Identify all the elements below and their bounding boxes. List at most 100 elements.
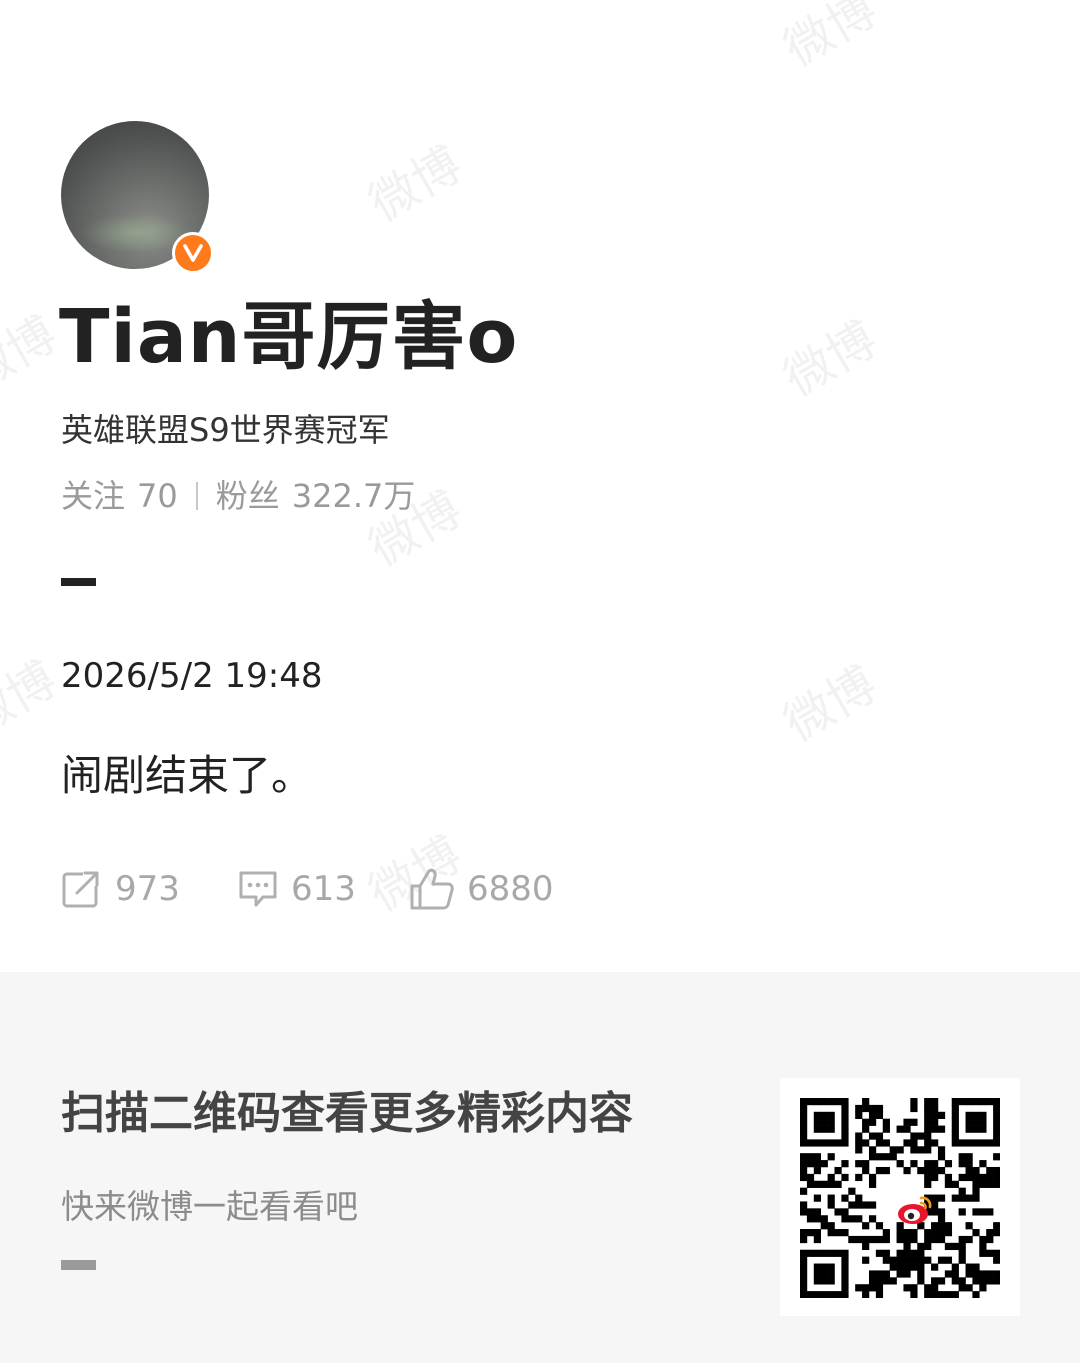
comment-button[interactable]: 613 — [237, 869, 409, 909]
qr-module — [931, 1125, 939, 1133]
qr-module — [806, 1139, 815, 1147]
qr-module — [896, 1125, 904, 1133]
qr-module — [951, 1139, 959, 1147]
qr-module — [993, 1111, 1000, 1119]
qr-module — [813, 1180, 821, 1188]
repost-button[interactable]: 973 — [61, 869, 237, 909]
qr-module — [896, 1256, 904, 1264]
qr-module — [875, 1284, 884, 1292]
username[interactable]: Tian哥厉害o — [59, 292, 518, 382]
qr-module — [813, 1098, 821, 1106]
qr-module — [813, 1249, 821, 1257]
qr-module — [841, 1194, 849, 1202]
qr-module — [855, 1104, 863, 1113]
qr-module — [813, 1139, 821, 1147]
followers-count[interactable]: 322.7万 — [292, 474, 416, 518]
qr-module — [855, 1111, 863, 1119]
qr-module — [841, 1263, 849, 1271]
qr-module — [800, 1098, 808, 1106]
following-count[interactable]: 70 — [137, 474, 178, 518]
qr-module — [862, 1098, 870, 1106]
qr-module — [800, 1160, 808, 1168]
qr-module — [958, 1139, 966, 1147]
qr-module — [979, 1173, 987, 1182]
qr-module — [986, 1166, 994, 1175]
qr-module — [841, 1118, 849, 1126]
qr-module — [972, 1208, 980, 1216]
qr-module — [931, 1173, 939, 1182]
qr-module — [827, 1180, 835, 1188]
qr-module — [944, 1270, 953, 1278]
qr-module — [882, 1125, 890, 1133]
qr-module — [937, 1215, 946, 1223]
qr-module — [827, 1263, 835, 1271]
qr-module — [965, 1153, 973, 1161]
weibo-share-card: 微博 微博 微博 微博 微博 微博 微博 微博 Tian哥厉害o 英雄联盟S9世… — [0, 0, 1080, 1363]
qr-module — [917, 1270, 925, 1278]
qr-module — [862, 1284, 870, 1292]
qr-code[interactable] — [780, 1078, 1020, 1316]
qr-module — [924, 1104, 932, 1113]
qr-module — [841, 1104, 849, 1113]
qr-module — [924, 1166, 932, 1175]
qr-module — [875, 1153, 884, 1161]
qr-module — [841, 1132, 849, 1140]
repost-count: 973 — [115, 869, 180, 909]
qr-module — [972, 1111, 980, 1119]
qr-module — [965, 1194, 973, 1202]
qr-module — [951, 1270, 959, 1278]
qr-module — [993, 1270, 1000, 1278]
like-button[interactable]: 6880 — [409, 867, 554, 911]
qr-module — [903, 1242, 911, 1251]
followers-label[interactable]: 粉丝 — [216, 474, 280, 518]
qr-module — [979, 1180, 987, 1188]
qr-module — [931, 1139, 939, 1147]
qr-module — [903, 1263, 911, 1271]
qr-module — [986, 1208, 994, 1216]
qr-module — [820, 1270, 828, 1278]
qr-module — [868, 1277, 877, 1285]
qr-module — [951, 1277, 959, 1285]
qr-module — [972, 1194, 980, 1202]
qr-module — [972, 1173, 980, 1182]
qr-module — [855, 1215, 863, 1223]
qr-module — [868, 1215, 877, 1223]
qr-module — [875, 1222, 884, 1230]
watermark: 微博 — [774, 656, 887, 753]
qr-module — [820, 1098, 828, 1106]
qr-module — [855, 1139, 863, 1147]
qr-module — [979, 1242, 987, 1251]
qr-module — [813, 1111, 821, 1119]
qr-module — [951, 1118, 959, 1126]
qr-module — [800, 1291, 808, 1298]
qr-module — [951, 1098, 959, 1106]
qr-module — [800, 1235, 808, 1244]
qr-module — [931, 1104, 939, 1113]
qr-module — [875, 1104, 884, 1113]
qr-module — [958, 1277, 966, 1285]
qr-module — [806, 1153, 815, 1161]
qr-module — [868, 1153, 877, 1161]
qr-promo-footer: 扫描二维码查看更多精彩内容 快来微博一起看看吧 — [0, 972, 1080, 1363]
qr-module — [937, 1208, 946, 1216]
qr-module — [910, 1132, 918, 1140]
qr-module — [903, 1235, 911, 1244]
qr-module — [937, 1256, 946, 1264]
qr-module — [882, 1235, 890, 1244]
qr-module — [827, 1249, 835, 1257]
qr-module — [924, 1160, 932, 1168]
qr-module — [855, 1194, 863, 1202]
following-label[interactable]: 关注 — [61, 474, 125, 518]
repost-icon — [62, 869, 103, 908]
qr-module — [958, 1098, 966, 1106]
qr-module — [903, 1256, 911, 1264]
qr-module — [896, 1229, 904, 1237]
qr-module — [813, 1166, 821, 1175]
qr-module — [868, 1284, 877, 1292]
qr-module — [951, 1194, 959, 1202]
qr-module — [924, 1125, 932, 1133]
qr-module — [910, 1104, 918, 1113]
qr-module — [972, 1139, 980, 1147]
qr-module — [986, 1098, 994, 1106]
qr-module — [986, 1277, 994, 1285]
